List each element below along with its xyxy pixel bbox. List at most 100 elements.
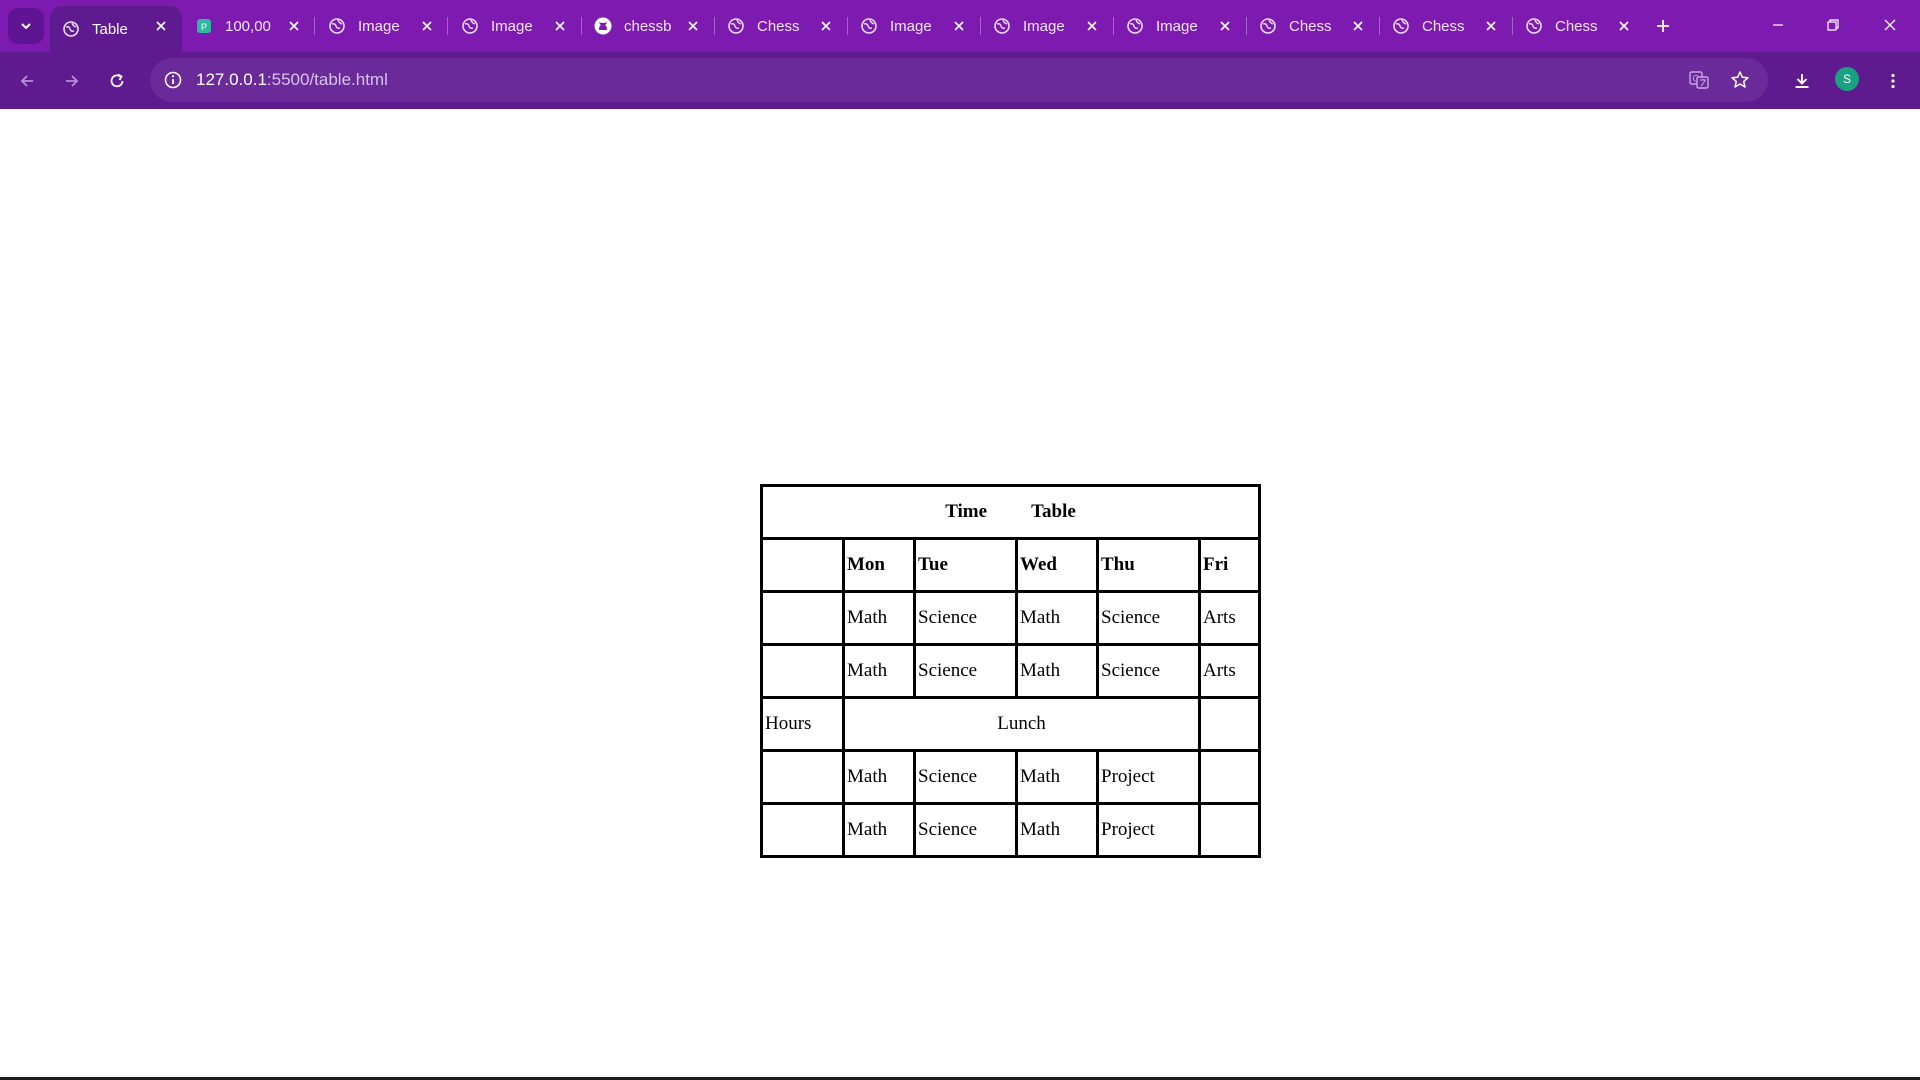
- table-cell: Math: [842, 643, 916, 699]
- tab-11[interactable]: Chess: [1513, 6, 1645, 46]
- hours-cell: Hours: [760, 696, 845, 752]
- header-cell: Thu: [1096, 537, 1201, 593]
- tab-3[interactable]: Image: [449, 6, 581, 46]
- plus-icon: [1657, 20, 1669, 32]
- site-info-icon[interactable]: [162, 69, 184, 91]
- tab-1[interactable]: P 100,00: [183, 6, 315, 46]
- tab-strip: Table P 100,00 Image Image chessb Chess …: [0, 0, 1920, 52]
- minimize-icon: [1773, 24, 1783, 26]
- restore-icon: [1827, 19, 1839, 31]
- globe-icon: [1525, 17, 1543, 35]
- table-cell: Project: [1096, 749, 1201, 805]
- tab-separator: [314, 17, 315, 35]
- globe-icon: [62, 20, 80, 38]
- close-icon[interactable]: [950, 17, 968, 35]
- tab-title: Image: [358, 17, 400, 35]
- close-icon[interactable]: [1216, 17, 1234, 35]
- profile-avatar[interactable]: S: [1835, 67, 1859, 91]
- arrow-left-icon: [20, 75, 33, 87]
- arrow-right-icon: [66, 75, 79, 87]
- globe-icon: [1392, 17, 1410, 35]
- back-button[interactable]: [10, 64, 44, 98]
- table-cell: [1198, 802, 1261, 858]
- lunch-row: Hours Lunch: [760, 696, 1261, 752]
- more-vertical-icon: [1891, 73, 1895, 89]
- tab-10[interactable]: Chess: [1380, 6, 1512, 46]
- close-icon[interactable]: [418, 17, 436, 35]
- table-row: Math Science Math Science Arts: [760, 590, 1261, 646]
- forward-button[interactable]: [55, 64, 89, 98]
- table-cell: Science: [1096, 590, 1201, 646]
- table-cell: [760, 802, 845, 858]
- lunch-cell: Lunch: [842, 696, 1201, 752]
- table-cell: [760, 749, 845, 805]
- translate-icon[interactable]: G: [1687, 68, 1711, 92]
- tab-7[interactable]: Image: [981, 6, 1113, 46]
- close-icon: [1884, 19, 1896, 31]
- url-host: 127.0.0.1: [196, 70, 267, 89]
- url-text: 127.0.0.1:5500/table.html: [196, 70, 388, 90]
- header-row: Mon Tue Wed Thu Fri: [760, 537, 1261, 593]
- close-icon[interactable]: [1482, 17, 1500, 35]
- table-cell: Math: [1015, 802, 1099, 858]
- url-path: :5500/table.html: [266, 70, 388, 89]
- close-icon[interactable]: [551, 17, 569, 35]
- table-cell: [760, 643, 845, 699]
- restore-button[interactable]: [1815, 10, 1851, 40]
- table-cell: Science: [913, 643, 1018, 699]
- tab-title: Image: [491, 17, 533, 35]
- minimize-button[interactable]: [1760, 10, 1796, 40]
- table-cell: [760, 590, 845, 646]
- globe-icon: [1126, 17, 1144, 35]
- header-cell: Wed: [1015, 537, 1099, 593]
- close-icon[interactable]: [1083, 17, 1101, 35]
- tab-0[interactable]: Table: [50, 6, 182, 52]
- tab-title: chessb: [624, 17, 672, 35]
- download-icon: [1795, 74, 1809, 88]
- tab-title: Image: [1023, 17, 1065, 35]
- close-icon[interactable]: [684, 17, 702, 35]
- tab-4[interactable]: chessb: [582, 6, 714, 46]
- tab-title: Table: [92, 20, 128, 38]
- tab-9[interactable]: Chess: [1247, 6, 1379, 46]
- table-row: Math Science Math Science Arts: [760, 643, 1261, 699]
- tab-title: Image: [890, 17, 932, 35]
- new-tab-button[interactable]: [1650, 13, 1676, 39]
- browser-chrome: Table P 100,00 Image Image chessb Chess …: [0, 0, 1920, 109]
- timetable: Time Table Mon Tue Wed Thu Fri Math Scien…: [760, 484, 1261, 858]
- reload-icon: [110, 73, 124, 88]
- tab-6[interactable]: Image: [848, 6, 980, 46]
- caption-word: Time: [945, 501, 988, 522]
- downloads-button[interactable]: [1785, 64, 1819, 98]
- globe-icon: [461, 17, 479, 35]
- table-cell: [1198, 696, 1261, 752]
- close-icon[interactable]: [1349, 17, 1367, 35]
- table-cell: Math: [1015, 643, 1099, 699]
- tab-title: Chess: [757, 17, 800, 35]
- reload-button[interactable]: [100, 64, 134, 98]
- menu-button[interactable]: [1876, 64, 1910, 98]
- tab-8[interactable]: Image: [1114, 6, 1246, 46]
- tab-title: Chess: [1555, 17, 1598, 35]
- close-window-button[interactable]: [1872, 10, 1908, 40]
- tab-5[interactable]: Chess: [715, 6, 847, 46]
- globe-icon: [1259, 17, 1277, 35]
- table-cell: Math: [842, 749, 916, 805]
- svg-text:P: P: [201, 22, 207, 32]
- table-caption: Time Table: [760, 484, 1261, 540]
- table-cell: Science: [913, 802, 1018, 858]
- table-cell: Arts: [1198, 643, 1261, 699]
- address-bar[interactable]: 127.0.0.1:5500/table.html G: [150, 58, 1768, 102]
- tab-title: Chess: [1289, 17, 1332, 35]
- globe-icon: [860, 17, 878, 35]
- close-icon[interactable]: [152, 17, 170, 35]
- close-icon[interactable]: [1615, 17, 1633, 35]
- table-cell: Arts: [1198, 590, 1261, 646]
- close-icon[interactable]: [817, 17, 835, 35]
- tab-search-button[interactable]: [8, 8, 44, 44]
- bookmark-star-icon[interactable]: [1728, 68, 1752, 92]
- table-row: Math Science Math Project: [760, 802, 1261, 858]
- globe-icon: [993, 17, 1011, 35]
- tab-2[interactable]: Image: [316, 6, 448, 46]
- close-icon[interactable]: [285, 17, 303, 35]
